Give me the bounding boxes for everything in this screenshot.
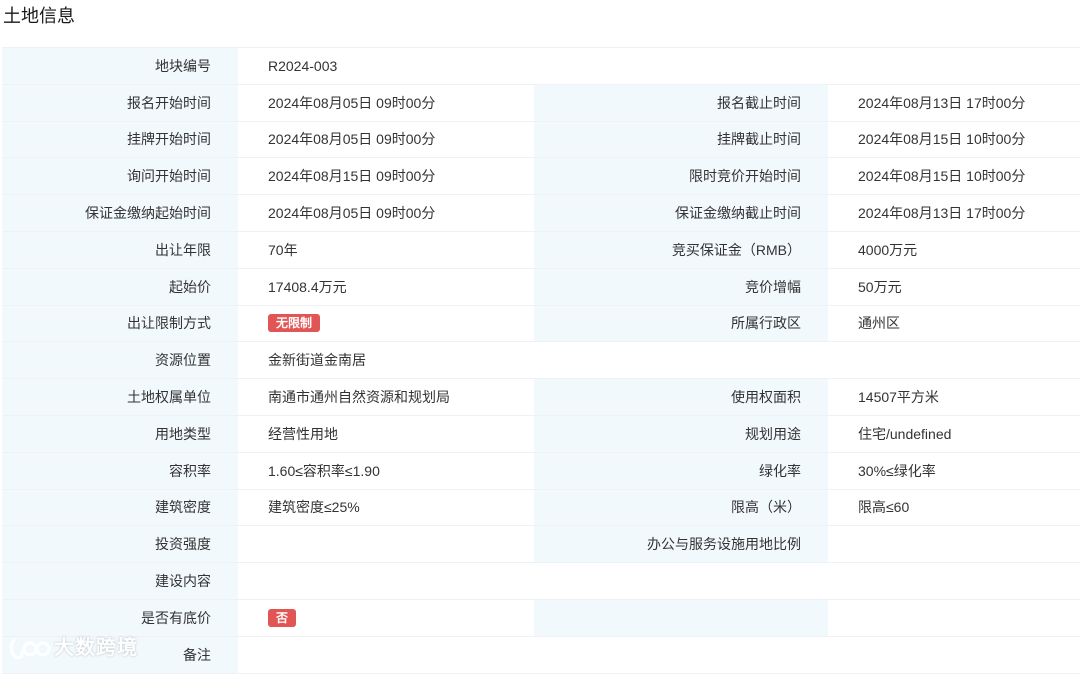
deposit-end-value: 2024年08月13日 17时00分 bbox=[828, 194, 1080, 232]
resource-location-label: 资源位置 bbox=[2, 341, 238, 380]
land-info-table: 地块编号 R2024-003 报名开始时间 2024年08月05日 09时00分… bbox=[2, 47, 1080, 674]
table-row: 询问开始时间 2024年08月15日 09时00分 限时竞价开始时间 2024年… bbox=[2, 157, 1080, 196]
timed-bidding-start-value: 2024年08月15日 10时00分 bbox=[828, 157, 1080, 196]
bid-increment-value: 50万元 bbox=[828, 267, 1080, 306]
inquiry-start-value: 2024年08月15日 09时00分 bbox=[238, 157, 534, 196]
reserve-price-label: 是否有底价 bbox=[2, 598, 238, 637]
table-row: 报名开始时间 2024年08月05日 09时00分 报名截止时间 2024年08… bbox=[2, 83, 1080, 122]
bid-deposit-value: 4000万元 bbox=[828, 230, 1080, 269]
plot-ratio-label: 容积率 bbox=[2, 451, 238, 490]
district-label: 所属行政区 bbox=[534, 304, 828, 343]
planned-use-label: 规划用途 bbox=[534, 414, 828, 453]
restriction-method-value: 无限制 bbox=[238, 304, 534, 343]
construction-content-value bbox=[238, 562, 1080, 600]
reserve-price-value: 否 bbox=[238, 598, 534, 637]
reserve-price-badge: 否 bbox=[268, 608, 297, 627]
table-row: 用地类型 经营性用地 规划用途 住宅/undefined bbox=[2, 414, 1080, 453]
office-service-ratio-label: 办公与服务设施用地比例 bbox=[534, 525, 828, 564]
watermark: 大数跨境 bbox=[6, 632, 156, 664]
district-value: 通州区 bbox=[828, 304, 1080, 343]
table-row: 建筑密度 建筑密度≤25% 限高（米） 限高≤60 bbox=[2, 488, 1080, 527]
table-row: 地块编号 R2024-003 bbox=[2, 47, 1080, 85]
table-row: 挂牌开始时间 2024年08月05日 09时00分 挂牌截止时间 2024年08… bbox=[2, 120, 1080, 159]
restriction-badge: 无限制 bbox=[268, 314, 321, 333]
parcel-number-value: R2024-003 bbox=[238, 47, 1080, 85]
table-row: 出让限制方式 无限制 所属行政区 通州区 bbox=[2, 304, 1080, 343]
listing-end-value: 2024年08月15日 10时00分 bbox=[828, 120, 1080, 159]
land-owner-label: 土地权属单位 bbox=[2, 378, 238, 416]
deposit-end-label: 保证金缴纳截止时间 bbox=[534, 194, 828, 232]
bid-increment-label: 竞价增幅 bbox=[534, 267, 828, 306]
height-limit-label: 限高（米） bbox=[534, 488, 828, 527]
plot-ratio-value: 1.60≤容积率≤1.90 bbox=[238, 451, 534, 490]
registration-start-label: 报名开始时间 bbox=[2, 83, 238, 122]
building-density-label: 建筑密度 bbox=[2, 488, 238, 527]
land-type-label: 用地类型 bbox=[2, 414, 238, 453]
registration-end-label: 报名截止时间 bbox=[534, 83, 828, 122]
greening-rate-label: 绿化率 bbox=[534, 451, 828, 490]
registration-start-value: 2024年08月05日 09时00分 bbox=[238, 83, 534, 122]
planned-use-value: 住宅/undefined bbox=[828, 414, 1080, 453]
construction-content-label: 建设内容 bbox=[2, 562, 238, 600]
inquiry-start-label: 询问开始时间 bbox=[2, 157, 238, 196]
listing-start-value: 2024年08月05日 09时00分 bbox=[238, 120, 534, 159]
greening-rate-value: 30%≤绿化率 bbox=[828, 451, 1080, 490]
land-owner-value: 南通市通州自然资源和规划局 bbox=[238, 378, 534, 416]
building-density-value: 建筑密度≤25% bbox=[238, 488, 534, 527]
timed-bidding-start-label: 限时竞价开始时间 bbox=[534, 157, 828, 196]
table-row: 建设内容 bbox=[2, 562, 1080, 600]
table-row: 是否有底价 否 bbox=[2, 598, 1080, 637]
deposit-start-label: 保证金缴纳起始时间 bbox=[2, 194, 238, 232]
table-row: 投资强度 办公与服务设施用地比例 bbox=[2, 525, 1080, 564]
empty-label bbox=[534, 598, 828, 637]
investment-intensity-value bbox=[238, 525, 534, 564]
land-type-value: 经营性用地 bbox=[238, 414, 534, 453]
investment-intensity-label: 投资强度 bbox=[2, 525, 238, 564]
watermark-text: 大数跨境 bbox=[54, 637, 138, 659]
starting-price-label: 起始价 bbox=[2, 267, 238, 306]
listing-end-label: 挂牌截止时间 bbox=[534, 120, 828, 159]
page-title: 土地信息 bbox=[3, 6, 75, 26]
resource-location-value: 金新街道金南居 bbox=[238, 341, 1080, 380]
brand-logo-icon bbox=[9, 638, 51, 660]
bid-deposit-label: 竞买保证金（RMB） bbox=[534, 230, 828, 269]
use-right-area-label: 使用权面积 bbox=[534, 378, 828, 416]
transfer-term-value: 70年 bbox=[238, 230, 534, 269]
table-row: 资源位置 金新街道金南居 bbox=[2, 341, 1080, 380]
starting-price-value: 17408.4万元 bbox=[238, 267, 534, 306]
height-limit-value: 限高≤60 bbox=[828, 488, 1080, 527]
restriction-method-label: 出让限制方式 bbox=[2, 304, 238, 343]
table-row: 起始价 17408.4万元 竞价增幅 50万元 bbox=[2, 267, 1080, 306]
empty-value bbox=[828, 598, 1080, 637]
office-service-ratio-value bbox=[828, 525, 1080, 564]
table-row: 保证金缴纳起始时间 2024年08月05日 09时00分 保证金缴纳截止时间 2… bbox=[2, 194, 1080, 232]
deposit-start-value: 2024年08月05日 09时00分 bbox=[238, 194, 534, 232]
use-right-area-value: 14507平方米 bbox=[828, 378, 1080, 416]
registration-end-value: 2024年08月13日 17时00分 bbox=[828, 83, 1080, 122]
parcel-number-label: 地块编号 bbox=[2, 47, 238, 85]
table-row: 土地权属单位 南通市通州自然资源和规划局 使用权面积 14507平方米 bbox=[2, 378, 1080, 416]
listing-start-label: 挂牌开始时间 bbox=[2, 120, 238, 159]
transfer-term-label: 出让年限 bbox=[2, 230, 238, 269]
table-row: 出让年限 70年 竞买保证金（RMB） 4000万元 bbox=[2, 230, 1080, 269]
table-row: 容积率 1.60≤容积率≤1.90 绿化率 30%≤绿化率 bbox=[2, 451, 1080, 490]
